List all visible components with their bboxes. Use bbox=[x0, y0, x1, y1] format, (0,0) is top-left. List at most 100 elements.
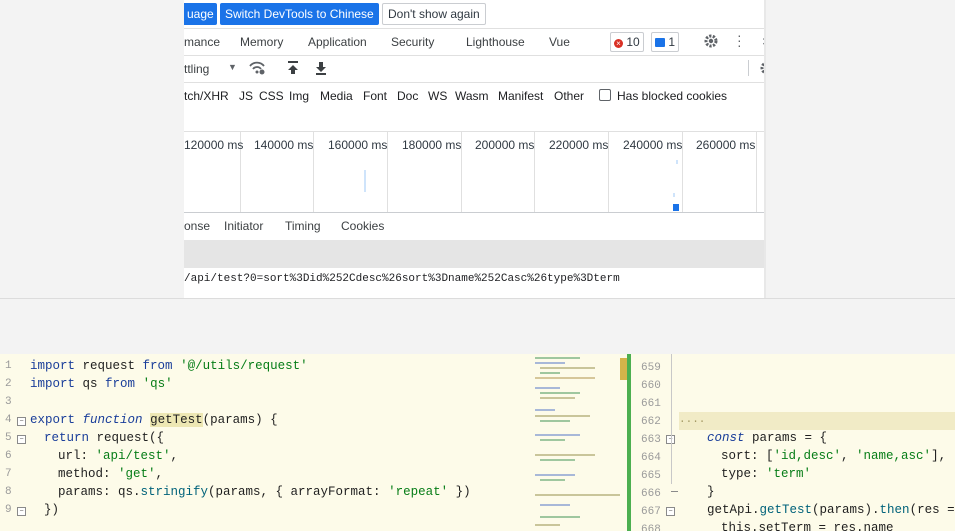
fold-toggle-icon[interactable]: − bbox=[17, 507, 26, 516]
divider bbox=[0, 298, 955, 299]
tab-vue[interactable]: Vue bbox=[549, 35, 570, 49]
line-number: 660 bbox=[641, 380, 661, 392]
line-number: 4 bbox=[5, 414, 12, 426]
code-token: from bbox=[105, 377, 136, 391]
code-token: params: qs. bbox=[58, 485, 141, 499]
network-conditions-icon[interactable] bbox=[248, 60, 266, 79]
code-line: const params = { bbox=[707, 431, 827, 445]
tab-initiator[interactable]: Initiator bbox=[224, 219, 263, 233]
code-token: 'repeat' bbox=[388, 485, 449, 499]
set-language-button[interactable]: uage bbox=[184, 3, 217, 25]
fold-toggle-icon[interactable]: − bbox=[17, 417, 26, 426]
code-line: export function getTest(params) { bbox=[30, 413, 278, 427]
tab-memory[interactable]: Memory bbox=[240, 35, 283, 49]
chevron-down-icon[interactable]: ▼ bbox=[228, 62, 237, 72]
code-line: sort: ['id,desc', 'name,asc'], bbox=[721, 449, 946, 463]
code-token: then bbox=[879, 503, 910, 517]
timeline-tick-label: 200000 ms bbox=[475, 138, 535, 152]
code-token: (params) { bbox=[202, 413, 278, 427]
switch-language-button[interactable]: Switch DevTools to Chinese bbox=[220, 3, 379, 25]
filter-doc[interactable]: Doc bbox=[397, 89, 418, 103]
code-token: (params, { arrayFormat: bbox=[208, 485, 389, 499]
line-number: 9 bbox=[5, 504, 12, 516]
filter-ws[interactable]: WS bbox=[428, 89, 447, 103]
code-line: }) bbox=[44, 503, 60, 517]
code-token: (params). bbox=[812, 503, 880, 517]
code-token: 'qs' bbox=[142, 377, 173, 391]
code-line: type: 'term' bbox=[721, 467, 811, 481]
timeline-request-bar[interactable] bbox=[676, 160, 678, 164]
minimap[interactable] bbox=[532, 354, 628, 531]
filter-img[interactable]: Img bbox=[289, 89, 309, 103]
line-number: 663 bbox=[641, 434, 661, 446]
line-number: 661 bbox=[641, 398, 661, 410]
code-line: url: 'api/test', bbox=[58, 449, 178, 463]
settings-gear-icon[interactable] bbox=[703, 33, 719, 52]
timeline-request-bar[interactable] bbox=[673, 204, 679, 211]
filter-js[interactable]: JS bbox=[239, 89, 253, 103]
tab-cookies[interactable]: Cookies bbox=[341, 219, 384, 233]
code-line: return request({ bbox=[44, 431, 164, 445]
code-token: getTest bbox=[759, 503, 813, 517]
code-token: 'term' bbox=[766, 467, 812, 481]
blocked-cookies-label: Has blocked cookies bbox=[617, 89, 728, 103]
folded-ellipsis: .... bbox=[679, 414, 706, 426]
tab-response[interactable]: onse bbox=[184, 219, 210, 233]
devtools-window: uage Switch DevTools to Chinese Don't sh… bbox=[184, 0, 766, 298]
code-token: method: bbox=[58, 467, 119, 481]
request-url: /api/test?0=sort%3Did%252Cdesc%26sort%3D… bbox=[184, 273, 620, 285]
filter-font[interactable]: Font bbox=[363, 89, 387, 103]
code-token: function bbox=[82, 413, 143, 427]
fold-toggle-icon[interactable]: − bbox=[17, 435, 26, 444]
throttling-select[interactable]: ttling bbox=[184, 62, 209, 76]
timeline-request-bar[interactable] bbox=[673, 193, 675, 197]
scrollbar-thumb[interactable] bbox=[620, 358, 627, 380]
line-number: 664 bbox=[641, 452, 661, 464]
tab-lighthouse[interactable]: Lighthouse bbox=[466, 35, 525, 49]
folded-region[interactable]: .... bbox=[679, 412, 955, 430]
message-count-badge[interactable]: 1 bbox=[651, 32, 680, 52]
divider bbox=[184, 131, 766, 132]
filter-fetch-xhr[interactable]: tch/XHR bbox=[184, 89, 229, 103]
more-options-icon[interactable]: · · · bbox=[737, 28, 742, 52]
code-token: import bbox=[30, 377, 76, 391]
window-edge bbox=[764, 0, 766, 298]
code-token: type: bbox=[721, 467, 767, 481]
filter-media[interactable]: Media bbox=[320, 89, 353, 103]
code-editor[interactable]: 1 2 3 4 5 6 7 8 9 − − − import request f… bbox=[0, 354, 955, 531]
code-token: return bbox=[44, 431, 90, 445]
line-number: 8 bbox=[5, 486, 12, 498]
code-token: request({ bbox=[89, 431, 165, 445]
timeline-tick-label: 220000 ms bbox=[549, 138, 609, 152]
code-line: method: 'get', bbox=[58, 467, 163, 481]
code-token: (res => bbox=[909, 503, 955, 517]
tab-security[interactable]: Security bbox=[391, 35, 434, 49]
code-token: request bbox=[75, 359, 143, 373]
dont-show-again-button[interactable]: Don't show again bbox=[382, 3, 486, 25]
blocked-cookies-checkbox[interactable] bbox=[599, 89, 611, 101]
import-har-icon[interactable] bbox=[286, 60, 300, 79]
export-har-icon[interactable] bbox=[314, 60, 328, 79]
timeline-tick-label: 160000 ms bbox=[328, 138, 388, 152]
filter-other[interactable]: Other bbox=[554, 89, 584, 103]
error-count-badge[interactable]: × 10 bbox=[610, 32, 644, 52]
filter-manifest[interactable]: Manifest bbox=[498, 89, 543, 103]
timeline-tick-label: 260000 ms bbox=[696, 138, 756, 152]
tab-application[interactable]: Application bbox=[308, 35, 367, 49]
fold-toggle-icon[interactable]: − bbox=[666, 507, 675, 516]
code-token: stringify bbox=[140, 485, 209, 499]
code-token: '@/utils/request' bbox=[180, 359, 308, 373]
tab-performance[interactable]: mance bbox=[184, 35, 220, 49]
code-token: getTest bbox=[150, 413, 203, 427]
message-icon bbox=[655, 38, 665, 47]
line-number: 667 bbox=[641, 506, 661, 518]
code-token: url: bbox=[58, 449, 96, 463]
divider bbox=[184, 28, 766, 29]
code-token: const bbox=[707, 431, 745, 445]
message-count: 1 bbox=[668, 35, 676, 49]
timeline-request-bar[interactable] bbox=[364, 170, 366, 192]
tab-timing[interactable]: Timing bbox=[285, 219, 321, 233]
filter-css[interactable]: CSS bbox=[259, 89, 284, 103]
filter-wasm[interactable]: Wasm bbox=[455, 89, 489, 103]
line-number: 5 bbox=[5, 432, 12, 444]
